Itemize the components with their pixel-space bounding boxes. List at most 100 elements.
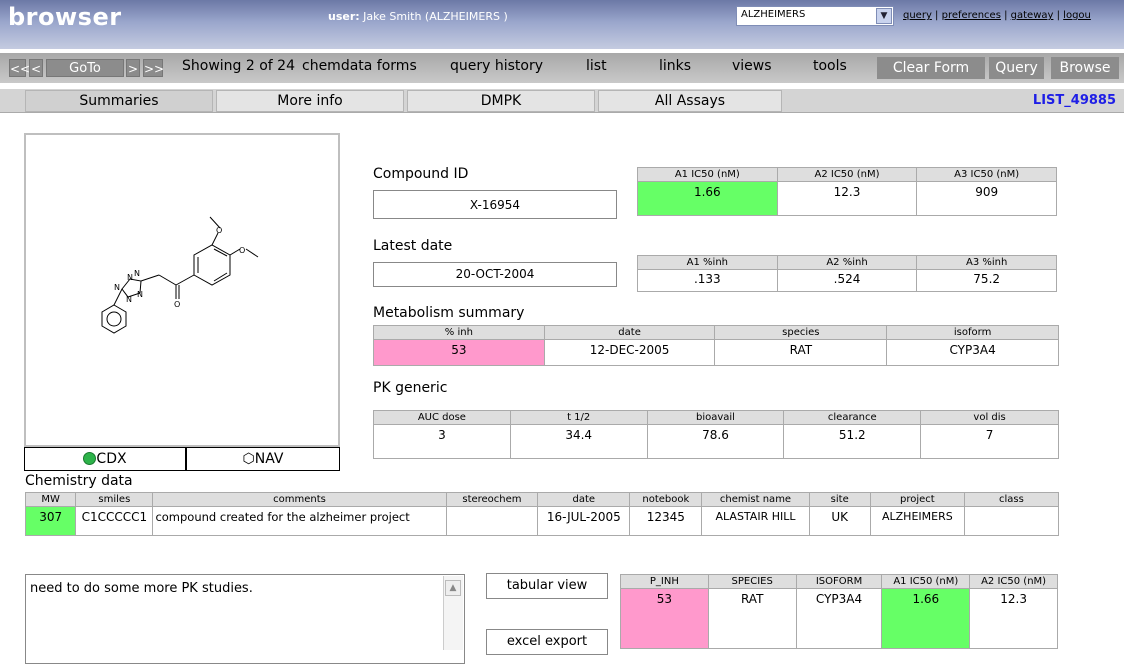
app-brand: browser bbox=[8, 3, 122, 31]
table-cell: 34.4 bbox=[509, 424, 648, 459]
next-record-button[interactable]: > bbox=[126, 59, 140, 77]
tab-dmpk[interactable]: DMPK bbox=[407, 90, 595, 112]
gateway-link[interactable]: gateway bbox=[1011, 10, 1054, 21]
metabolism-title: Metabolism summary bbox=[373, 305, 525, 321]
table-header: A2 IC50 (nM) bbox=[969, 574, 1058, 589]
chemistry-title: Chemistry data bbox=[25, 473, 133, 489]
header-bar bbox=[0, 0, 1124, 49]
table-header: A1 IC50 (nM) bbox=[881, 574, 971, 589]
last-record-button[interactable]: >> bbox=[143, 59, 164, 77]
table-cell: 12345 bbox=[629, 506, 703, 536]
table-cell: RAT bbox=[707, 588, 797, 649]
tabular-view-button[interactable]: tabular view bbox=[486, 573, 608, 599]
svg-text:N: N bbox=[134, 269, 140, 278]
list-id[interactable]: LIST_49885 bbox=[1033, 93, 1116, 108]
table-cell: CYP3A4 bbox=[886, 339, 1059, 366]
svg-text:N: N bbox=[137, 290, 143, 299]
table-header: notebook bbox=[629, 492, 703, 507]
table-cell: 3 bbox=[373, 424, 511, 459]
menu-links[interactable]: links bbox=[659, 58, 691, 74]
pk-title: PK generic bbox=[373, 380, 448, 396]
project-select-value: ALZHEIMERS bbox=[741, 9, 806, 20]
table-cell: 53 bbox=[620, 588, 709, 649]
table-cell bbox=[445, 506, 539, 536]
project-select[interactable]: ALZHEIMERS ▼ bbox=[736, 6, 894, 26]
table-cell: C1CCCCC1 bbox=[75, 506, 154, 536]
latest-date-value: 20-OCT-2004 bbox=[373, 262, 617, 287]
tab-all-assays[interactable]: All Assays bbox=[598, 90, 782, 112]
svg-text:O: O bbox=[216, 226, 222, 235]
clear-form-button[interactable]: Clear Form bbox=[877, 57, 985, 79]
table-cell: .133 bbox=[637, 269, 778, 292]
table-header: clearance bbox=[783, 410, 922, 425]
table-cell bbox=[963, 506, 1060, 536]
menu-chemdata-forms[interactable]: chemdata forms bbox=[302, 58, 417, 74]
table-header: stereochem bbox=[445, 492, 539, 507]
table-cell: 75.2 bbox=[916, 269, 1057, 292]
user-name: Jake Smith (ALZHEIMERS ) bbox=[363, 10, 508, 23]
user-label: user: bbox=[328, 10, 360, 23]
user-info: user: Jake Smith (ALZHEIMERS ) bbox=[328, 10, 508, 23]
table-cell: RAT bbox=[714, 339, 888, 366]
table-header: P_INH bbox=[620, 574, 709, 589]
table-header: ISOFORM bbox=[795, 574, 883, 589]
tab-summaries[interactable]: Summaries bbox=[25, 90, 213, 112]
browse-button[interactable]: Browse bbox=[1051, 57, 1119, 79]
molecule-structure-image: N N N N N O O O bbox=[101, 216, 259, 334]
metabolism-table: % inh date species isoform 53 12-DEC-200… bbox=[373, 325, 1059, 366]
table-header: smiles bbox=[75, 492, 154, 507]
table-header: date bbox=[543, 325, 716, 340]
table-header: t 1/2 bbox=[509, 410, 648, 425]
table-cell: CYP3A4 bbox=[795, 588, 883, 649]
table-header: A2 IC50 (nM) bbox=[776, 167, 918, 182]
svg-text:N: N bbox=[114, 283, 120, 292]
table-header: A2 %inh bbox=[776, 255, 918, 270]
query-button[interactable]: Query bbox=[989, 57, 1044, 79]
pk-table: AUC dose t 1/2 bioavail clearance vol di… bbox=[373, 410, 1059, 459]
tab-more-info[interactable]: More info bbox=[216, 90, 404, 112]
scroll-up-icon[interactable]: ▲ bbox=[445, 580, 461, 596]
nav-label: NAV bbox=[254, 451, 284, 467]
compound-id-value: X-16954 bbox=[373, 190, 617, 219]
chemistry-table: MW smiles comments stereochem date noteb… bbox=[24, 492, 1060, 536]
preferences-link[interactable]: preferences bbox=[942, 10, 1001, 21]
goto-button[interactable]: GoTo bbox=[46, 59, 124, 77]
svg-text:N: N bbox=[127, 273, 133, 282]
cdx-label: CDX bbox=[96, 451, 127, 467]
menu-tools[interactable]: tools bbox=[813, 58, 847, 74]
cdx-button[interactable]: CDX bbox=[24, 447, 186, 471]
structure-viewer[interactable]: N N N N N O O O bbox=[24, 133, 340, 447]
table-header: class bbox=[963, 492, 1060, 507]
table-header: MW bbox=[24, 492, 77, 507]
table-cell: ALZHEIMERS bbox=[869, 506, 965, 536]
table-header: site bbox=[808, 492, 871, 507]
svg-text:O: O bbox=[174, 300, 180, 309]
svg-text:N: N bbox=[126, 295, 132, 304]
table-cell: 12-DEC-2005 bbox=[543, 339, 716, 366]
table-header: bioavail bbox=[646, 410, 785, 425]
table-header: AUC dose bbox=[373, 410, 511, 425]
logout-link[interactable]: logou bbox=[1063, 10, 1091, 21]
prev-record-button[interactable]: < bbox=[29, 59, 43, 77]
table-header: A3 IC50 (nM) bbox=[916, 167, 1057, 182]
query-link[interactable]: query bbox=[903, 10, 932, 21]
table-cell: 12.3 bbox=[969, 588, 1058, 649]
compound-id-label: Compound ID bbox=[373, 166, 469, 182]
table-header: % inh bbox=[373, 325, 545, 340]
menu-list[interactable]: list bbox=[586, 58, 607, 74]
excel-export-button[interactable]: excel export bbox=[486, 629, 608, 655]
table-cell: UK bbox=[808, 506, 871, 536]
menu-views[interactable]: views bbox=[732, 58, 772, 74]
top-links: query | preferences | gateway | logou bbox=[903, 10, 1091, 21]
table-cell: 78.6 bbox=[646, 424, 785, 459]
chevron-down-icon[interactable]: ▼ bbox=[876, 8, 892, 24]
nav-button[interactable]: ⬡NAV bbox=[186, 447, 340, 471]
menu-query-history[interactable]: query history bbox=[450, 58, 543, 74]
table-cell: 909 bbox=[916, 181, 1057, 216]
table-cell: 51.2 bbox=[783, 424, 922, 459]
table-header: A1 IC50 (nM) bbox=[637, 167, 778, 182]
ic50-table: A1 IC50 (nM) A2 IC50 (nM) A3 IC50 (nM) 1… bbox=[637, 167, 1057, 216]
first-record-button[interactable]: << bbox=[9, 59, 30, 77]
notes-textarea[interactable]: need to do some more PK studies. bbox=[25, 574, 465, 664]
table-header: chemist name bbox=[701, 492, 810, 507]
